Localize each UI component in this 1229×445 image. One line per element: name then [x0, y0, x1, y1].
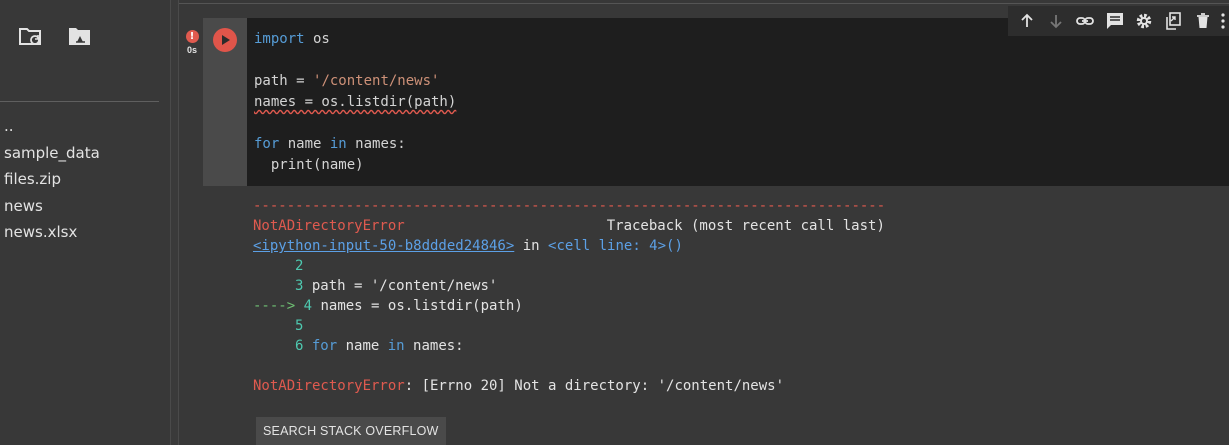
folder-refresh-icon: [19, 28, 41, 45]
line-number: 2: [295, 258, 304, 274]
error-badge-icon: !: [185, 30, 199, 43]
error-message: : [Errno 20] Not a directory: '/content/…: [404, 378, 785, 394]
drive-folder-button[interactable]: [66, 22, 94, 50]
line-code: names = os.listdir(path): [320, 298, 523, 314]
traceback-line: 5: [253, 316, 1229, 336]
traceback-header: NotADirectoryError Traceback (most recent…: [253, 216, 1229, 236]
code-line: path = '/content/news': [254, 73, 440, 89]
traceback-line: 3 path = '/content/news': [253, 276, 1229, 296]
search-stack-overflow-button[interactable]: SEARCH STACK OVERFLOW: [256, 417, 446, 445]
move-up-button[interactable]: [1012, 6, 1041, 36]
keyword: for: [254, 136, 280, 152]
file-item-news-xlsx[interactable]: news.xlsx: [4, 219, 100, 246]
file-item-sample-data[interactable]: sample_data: [4, 140, 100, 167]
link-button[interactable]: [1071, 6, 1100, 36]
mirror-cell-button[interactable]: [1159, 6, 1188, 36]
error-underline: names = os.listdir(path): [254, 94, 457, 110]
keyword: in: [387, 338, 405, 354]
error-name: NotADirectoryError: [253, 378, 405, 394]
file-item-news[interactable]: news: [4, 193, 100, 220]
traceback-separator: ----------------------------------------…: [253, 198, 886, 214]
play-icon: [222, 35, 230, 45]
code-line: names = os.listdir(path): [254, 92, 1229, 113]
file-item-files-zip[interactable]: files.zip: [4, 166, 100, 193]
traceback-location: <ipython-input-50-b8ddded24846> in <cell…: [253, 236, 1229, 256]
cell-status: ! 0s: [185, 30, 199, 55]
line-number: 4: [303, 298, 313, 314]
file-panel: .. sample_data files.zip news news.xlsx: [0, 0, 170, 445]
comment-icon: [1106, 13, 1123, 29]
file-list: .. sample_data files.zip news news.xlsx: [4, 113, 100, 246]
in-text: in: [522, 238, 540, 254]
run-cell-button[interactable]: [213, 28, 237, 52]
line-number: 5: [295, 318, 304, 334]
panel-divider: [0, 101, 159, 102]
arrow-up-icon: [1021, 13, 1033, 27]
more-button[interactable]: [1217, 6, 1229, 36]
arrow-down-icon: [1050, 15, 1062, 29]
line-number: 3: [295, 278, 304, 294]
code-line: print(name): [254, 157, 364, 173]
traceback-label: Traceback (most recent call last): [606, 218, 885, 234]
cell-output: ----------------------------------------…: [203, 186, 1229, 445]
notebook: ! 0s import os path = '/content/news' na…: [179, 0, 1229, 445]
error-name: NotADirectoryError: [253, 218, 405, 234]
divider: [179, 3, 1229, 4]
line-code: path = '/content/news': [311, 278, 498, 294]
cell-line-ref: <cell line: 4>(): [548, 238, 683, 254]
file-item-parent[interactable]: ..: [4, 113, 100, 140]
traceback-line: 6 for name in names:: [295, 338, 464, 354]
keyword: for: [311, 338, 338, 354]
settings-icon: [1136, 13, 1152, 29]
panel-resize-handle[interactable]: [170, 0, 179, 445]
cell-toolbar: [1008, 6, 1229, 36]
comment-button[interactable]: [1100, 6, 1129, 36]
exec-time: 0s: [186, 45, 197, 55]
ipython-input-link[interactable]: <ipython-input-50-b8ddded24846>: [253, 238, 514, 254]
link-icon: [1076, 17, 1095, 25]
delete-button[interactable]: [1188, 6, 1217, 36]
code-line: for name in names:: [254, 136, 406, 152]
delete-icon: [1196, 13, 1209, 28]
string-literal: '/content/news': [313, 73, 440, 89]
error-message-line: NotADirectoryError: [Errno 20] Not a dir…: [253, 376, 1229, 396]
mirror-cell-icon: [1166, 12, 1182, 30]
line-number: 6: [295, 338, 304, 354]
keyword: in: [329, 136, 347, 152]
drive-folder-icon: [69, 28, 90, 45]
code-editor[interactable]: import os path = '/content/news' names =…: [247, 18, 1229, 186]
keyword: import: [254, 31, 305, 47]
settings-button[interactable]: [1129, 6, 1158, 36]
cell-gutter: [203, 18, 247, 186]
traceback-arrow: ---->: [253, 298, 296, 314]
traceback-line: 2: [253, 256, 1229, 276]
more-icon: [1221, 13, 1225, 29]
move-down-button[interactable]: [1041, 6, 1070, 36]
traceback-line-current: ----> 4 names = os.listdir(path): [253, 296, 1229, 316]
folder-refresh-button[interactable]: [17, 22, 45, 50]
